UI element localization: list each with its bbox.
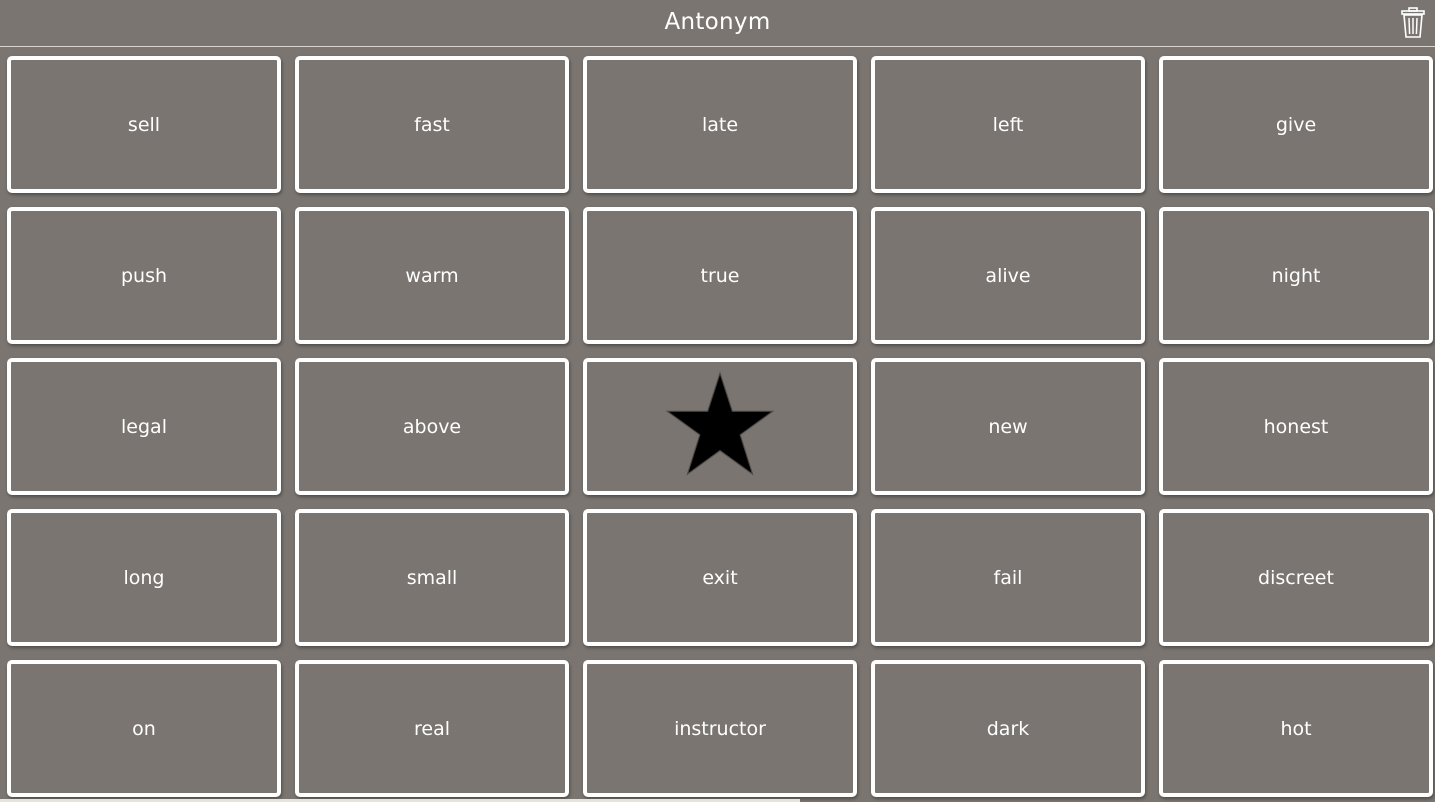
board-cell[interactable]: above xyxy=(295,358,569,495)
board-cell[interactable]: fail xyxy=(871,509,1145,646)
cell-word: on xyxy=(132,717,156,740)
cell-word: hot xyxy=(1280,717,1312,740)
cell-word: alive xyxy=(985,264,1031,287)
board-cell[interactable]: dark xyxy=(871,660,1145,797)
board-cell[interactable]: long xyxy=(7,509,281,646)
board-cell[interactable]: sell xyxy=(7,56,281,193)
board-cell[interactable]: push xyxy=(7,207,281,344)
board-cell[interactable]: night xyxy=(1159,207,1433,344)
cell-word: new xyxy=(988,415,1028,438)
bingo-board: sell fast late left give push warm true … xyxy=(7,56,1433,797)
cell-word: fast xyxy=(414,113,450,136)
cell-word: night xyxy=(1271,264,1321,287)
board-cell[interactable]: warm xyxy=(295,207,569,344)
cell-word: above xyxy=(402,415,462,438)
cell-word: give xyxy=(1275,113,1317,136)
star-icon xyxy=(665,370,775,475)
board-cell[interactable]: give xyxy=(1159,56,1433,193)
board-cell[interactable]: fast xyxy=(295,56,569,193)
free-space-cell[interactable] xyxy=(583,358,857,495)
board-cell[interactable]: honest xyxy=(1159,358,1433,495)
cell-word: left xyxy=(992,113,1024,136)
cell-word: small xyxy=(406,566,458,589)
board-cell[interactable]: late xyxy=(583,56,857,193)
header-bar: Antonym xyxy=(0,0,1435,47)
cell-word: warm xyxy=(405,264,459,287)
board-cell[interactable]: left xyxy=(871,56,1145,193)
cell-word: real xyxy=(413,717,450,740)
board-cell[interactable]: instructor xyxy=(583,660,857,797)
board-cell[interactable]: real xyxy=(295,660,569,797)
board-cell[interactable]: exit xyxy=(583,509,857,646)
board-cell[interactable]: discreet xyxy=(1159,509,1433,646)
board-cell[interactable]: alive xyxy=(871,207,1145,344)
cell-word: honest xyxy=(1263,415,1329,438)
cell-word: exit xyxy=(702,566,738,589)
board-cell[interactable]: small xyxy=(295,509,569,646)
cell-word: late xyxy=(701,113,739,136)
board-cell[interactable]: legal xyxy=(7,358,281,495)
cell-word: legal xyxy=(121,415,167,438)
page-title: Antonym xyxy=(664,9,771,35)
cell-word: sell xyxy=(127,113,161,136)
board-cell[interactable]: true xyxy=(583,207,857,344)
cell-word: instructor xyxy=(674,717,766,740)
trash-icon[interactable] xyxy=(1401,7,1425,39)
board-cell[interactable]: hot xyxy=(1159,660,1433,797)
board-cell[interactable]: on xyxy=(7,660,281,797)
board-cell[interactable]: new xyxy=(871,358,1145,495)
cell-word: push xyxy=(120,264,168,287)
cell-word: discreet xyxy=(1258,566,1334,589)
cell-word: true xyxy=(700,264,740,287)
cell-word: long xyxy=(123,566,165,589)
cell-word: dark xyxy=(986,717,1030,740)
cell-word: fail xyxy=(993,566,1023,589)
